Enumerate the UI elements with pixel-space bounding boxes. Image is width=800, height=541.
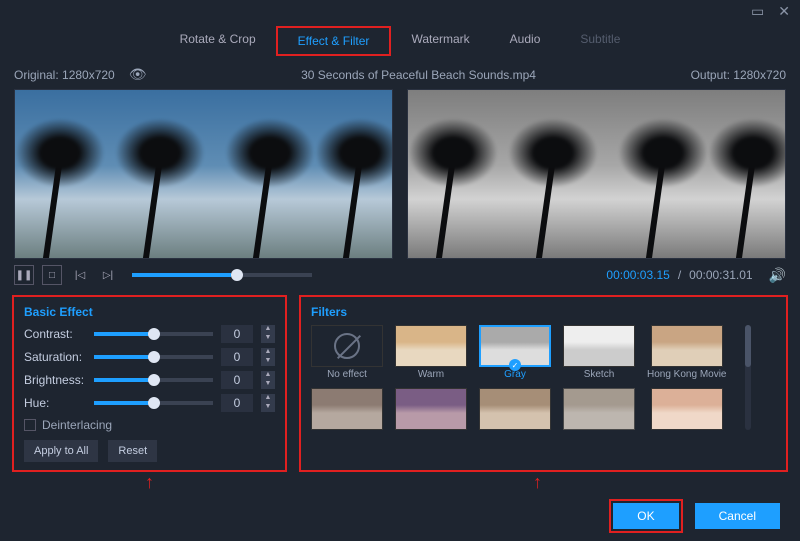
saturation-down[interactable]: ▼ [261, 357, 275, 366]
filter-warm-label: Warm [418, 369, 444, 380]
filter-row2-4[interactable] [563, 388, 635, 430]
brightness-slider[interactable] [94, 378, 213, 382]
filter-row2-2[interactable] [395, 388, 467, 430]
brightness-up[interactable]: ▲ [261, 371, 275, 380]
contrast-up[interactable]: ▲ [261, 325, 275, 334]
contrast-slider[interactable] [94, 332, 213, 336]
saturation-value[interactable]: 0 [221, 348, 253, 366]
saturation-slider[interactable] [94, 355, 213, 359]
time-current: 00:00:03.15 [606, 268, 669, 282]
brightness-down[interactable]: ▼ [261, 380, 275, 389]
contrast-value[interactable]: 0 [221, 325, 253, 343]
tab-rotate-crop[interactable]: Rotate & Crop [160, 26, 276, 56]
check-icon: ✓ [509, 359, 521, 371]
filter-no-effect-label: No effect [327, 369, 367, 380]
minimize-icon[interactable]: ▭ [751, 3, 764, 20]
saturation-up[interactable]: ▲ [261, 348, 275, 357]
tab-bar: Rotate & Crop Effect & Filter Watermark … [0, 22, 800, 64]
filter-hong-kong[interactable] [651, 325, 723, 367]
cancel-button[interactable]: Cancel [695, 503, 780, 529]
filter-hong-kong-label: Hong Kong Movie [647, 369, 727, 380]
filters-panel: Filters No effect Warm ✓ Gray [299, 295, 788, 472]
filter-no-effect[interactable] [311, 325, 383, 367]
time-sep: / [678, 268, 681, 282]
filter-sketch[interactable] [563, 325, 635, 367]
apply-to-all-button[interactable]: Apply to All [24, 440, 98, 462]
preview-eye-icon[interactable]: 👁 [129, 66, 147, 83]
brightness-value[interactable]: 0 [221, 371, 253, 389]
tab-effect-filter[interactable]: Effect & Filter [276, 26, 392, 56]
next-frame-button[interactable]: ▷| [98, 265, 118, 285]
saturation-label: Saturation: [24, 350, 86, 364]
contrast-label: Contrast: [24, 327, 86, 341]
close-icon[interactable]: ✕ [778, 3, 790, 20]
hue-label: Hue: [24, 396, 86, 410]
basic-effect-title: Basic Effect [24, 305, 275, 319]
filter-warm[interactable] [395, 325, 467, 367]
filter-row2-1[interactable] [311, 388, 383, 430]
filters-scrollbar[interactable] [745, 325, 751, 430]
tab-audio[interactable]: Audio [490, 26, 561, 56]
hue-slider[interactable] [94, 401, 213, 405]
filters-title: Filters [311, 305, 776, 319]
filter-row2-3[interactable] [479, 388, 551, 430]
hue-down[interactable]: ▼ [261, 403, 275, 412]
original-resolution: Original: 1280x720 [14, 68, 115, 82]
reset-button[interactable]: Reset [108, 440, 157, 462]
tab-subtitle[interactable]: Subtitle [560, 26, 640, 56]
pause-button[interactable]: ❚❚ [14, 265, 34, 285]
hue-up[interactable]: ▲ [261, 394, 275, 403]
volume-icon[interactable]: 🔊 [769, 267, 786, 284]
filter-row2-5[interactable] [651, 388, 723, 430]
annotation-arrow-icon: ↑ [287, 472, 788, 493]
filter-sketch-label: Sketch [584, 369, 615, 380]
hue-value[interactable]: 0 [221, 394, 253, 412]
contrast-down[interactable]: ▼ [261, 334, 275, 343]
deinterlacing-checkbox[interactable]: Deinterlacing [24, 418, 275, 432]
output-resolution: Output: 1280x720 [691, 68, 786, 82]
filename: 30 Seconds of Peaceful Beach Sounds.mp4 [147, 68, 691, 82]
stop-button[interactable]: □ [42, 265, 62, 285]
ok-button[interactable]: OK [613, 503, 678, 529]
prev-frame-button[interactable]: |◁ [70, 265, 90, 285]
preview-original [14, 89, 393, 259]
brightness-label: Brightness: [24, 373, 86, 387]
annotation-arrow-icon: ↑ [12, 472, 287, 493]
tab-watermark[interactable]: Watermark [391, 26, 489, 56]
filter-gray[interactable]: ✓ [479, 325, 551, 367]
basic-effect-panel: Basic Effect Contrast: 0 ▲▼ Saturation: … [12, 295, 287, 472]
seek-slider[interactable] [132, 273, 312, 277]
time-duration: 00:00:31.01 [689, 268, 752, 282]
preview-output [407, 89, 786, 259]
